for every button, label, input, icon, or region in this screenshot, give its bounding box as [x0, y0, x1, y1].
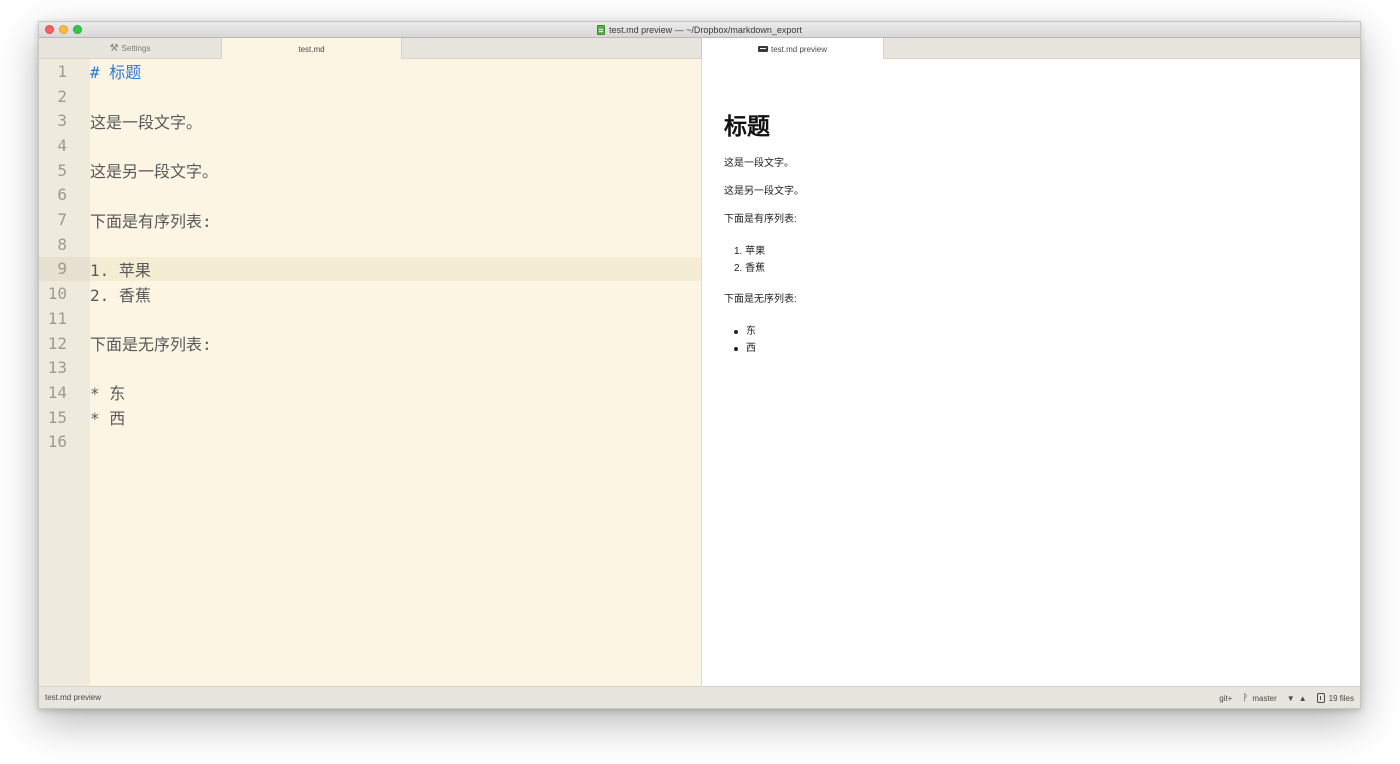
line-number: 15	[47, 407, 67, 427]
preview-unordered-intro: 下面是无序列表:	[724, 294, 797, 305]
line-number: 9	[39, 256, 90, 282]
tab-settings[interactable]: ⚒ Settings	[39, 38, 221, 59]
editor-line[interactable]: 8	[39, 232, 701, 257]
editor-line[interactable]: 11	[39, 306, 701, 331]
window-title-wrap: test.md preview — ~/Dropbox/markdown_exp…	[39, 22, 1360, 38]
left-tab-bar: ⚒ Settings test.md	[39, 38, 701, 60]
branch-name: master	[1252, 693, 1277, 703]
status-active-file[interactable]: test.md preview	[39, 693, 101, 702]
editor-line[interactable]: 14 * 东	[39, 380, 701, 405]
bullet-icon	[734, 330, 738, 334]
line-text: * 东	[90, 384, 126, 404]
document-icon	[597, 25, 606, 35]
line-number: 5	[57, 160, 67, 180]
line-number: 12	[47, 333, 67, 353]
tab-test-md-label: test.md	[298, 44, 325, 54]
status-right-group: git+ ᚹ master ▼ ▲ 19 files	[1219, 687, 1354, 708]
line-number: 7	[57, 210, 67, 230]
line-text: 这是一段文字。	[90, 112, 203, 132]
line-text: * 西	[90, 409, 126, 429]
editor-line[interactable]: 2	[39, 84, 701, 109]
app-window: test.md preview — ~/Dropbox/markdown_exp…	[38, 21, 1361, 709]
bullet-icon	[734, 347, 738, 351]
preview-ordered-intro: 下面是有序列表:	[724, 214, 797, 225]
branch-icon: ᚹ	[1242, 692, 1249, 704]
preview-unordered-list: 东 西	[734, 323, 1338, 357]
line-number: 14	[47, 382, 67, 402]
line-number: 13	[47, 358, 67, 378]
list-item: 西	[734, 340, 1338, 357]
fetch-push[interactable]: ▼ ▲	[1287, 694, 1307, 703]
line-text: 下面是无序列表:	[90, 335, 212, 355]
list-item: 1. 苹果	[734, 246, 766, 257]
window-title: test.md preview — ~/Dropbox/markdown_exp…	[609, 25, 802, 35]
markdown-editor[interactable]: 1 # 标题 2 3 这是一段文字。 4 5 这是另一段文字。 6 7 下面是有序列表: 8 9 1. 苹…	[39, 59, 701, 686]
list-item: 东	[734, 323, 1338, 340]
status-bar: test.md preview git+ ᚹ master ▼ ▲ 19 fil…	[39, 686, 1360, 708]
preview-icon	[757, 46, 768, 52]
arrow-down-icon: ▼	[1286, 693, 1295, 703]
line-number: 1	[57, 61, 67, 81]
title-bar[interactable]: test.md preview — ~/Dropbox/markdown_exp…	[39, 22, 1360, 38]
editor-line[interactable]: 3 这是一段文字。	[39, 108, 701, 133]
editor-line[interactable]: 15 * 西	[39, 405, 701, 430]
list-item: 2. 香蕉	[734, 263, 766, 274]
editor-line[interactable]: 13	[39, 355, 701, 380]
editor-line[interactable]: 9 1. 苹果	[39, 256, 701, 282]
line-number: 2	[57, 86, 67, 106]
editor-line[interactable]: 5 这是另一段文字。	[39, 158, 701, 183]
tab-test-md[interactable]: test.md	[221, 38, 402, 60]
file-count-label: 19 files	[1328, 693, 1354, 703]
markdown-preview: 标题 这是一段文字。 这是另一段文字。 下面是有序列表: 1. 苹果 2. 香蕉…	[701, 59, 1360, 686]
line-text: 下面是有序列表:	[90, 211, 212, 231]
line-number: 3	[57, 111, 67, 131]
line-text: 2. 香蕉	[90, 285, 151, 305]
preview-paragraph: 这是另一段文字。	[724, 186, 804, 197]
editor-line[interactable]: 4	[39, 133, 701, 158]
files-icon	[1316, 693, 1325, 703]
line-number: 10	[47, 284, 67, 304]
line-number: 8	[57, 234, 67, 254]
tools-icon: ⚒	[109, 42, 119, 54]
tab-settings-label: Settings	[121, 44, 151, 53]
editor-line[interactable]: 10 2. 香蕉	[39, 281, 701, 306]
tab-test-md-preview[interactable]: test.md preview	[702, 38, 884, 60]
line-number: 4	[57, 135, 67, 155]
line-text: # 标题	[90, 63, 142, 83]
tab-preview-label: test.md preview	[770, 44, 828, 54]
editor-line[interactable]: 6	[39, 183, 701, 208]
editor-line[interactable]: 16	[39, 430, 701, 455]
editor-line[interactable]: 1 # 标题	[39, 59, 701, 84]
line-number: 6	[57, 185, 67, 205]
line-text: 这是另一段文字。	[90, 162, 219, 182]
line-number: 16	[47, 432, 67, 452]
git-status[interactable]: git+	[1219, 694, 1232, 703]
arrow-up-icon: ▲	[1298, 693, 1307, 703]
preview-ordered-list: 1. 苹果 2. 香蕉	[734, 243, 1338, 277]
line-number: 11	[47, 308, 67, 328]
preview-heading: 标题	[724, 114, 770, 140]
right-tab-bar: test.md preview	[701, 38, 1360, 60]
editor-line[interactable]: 7 下面是有序列表:	[39, 207, 701, 232]
git-branch[interactable]: ᚹ master	[1242, 693, 1276, 704]
line-text: 1. 苹果	[90, 260, 151, 280]
editor-line[interactable]: 12 下面是无序列表:	[39, 331, 701, 356]
file-count[interactable]: 19 files	[1316, 693, 1354, 703]
preview-paragraph: 这是一段文字。	[724, 158, 794, 169]
